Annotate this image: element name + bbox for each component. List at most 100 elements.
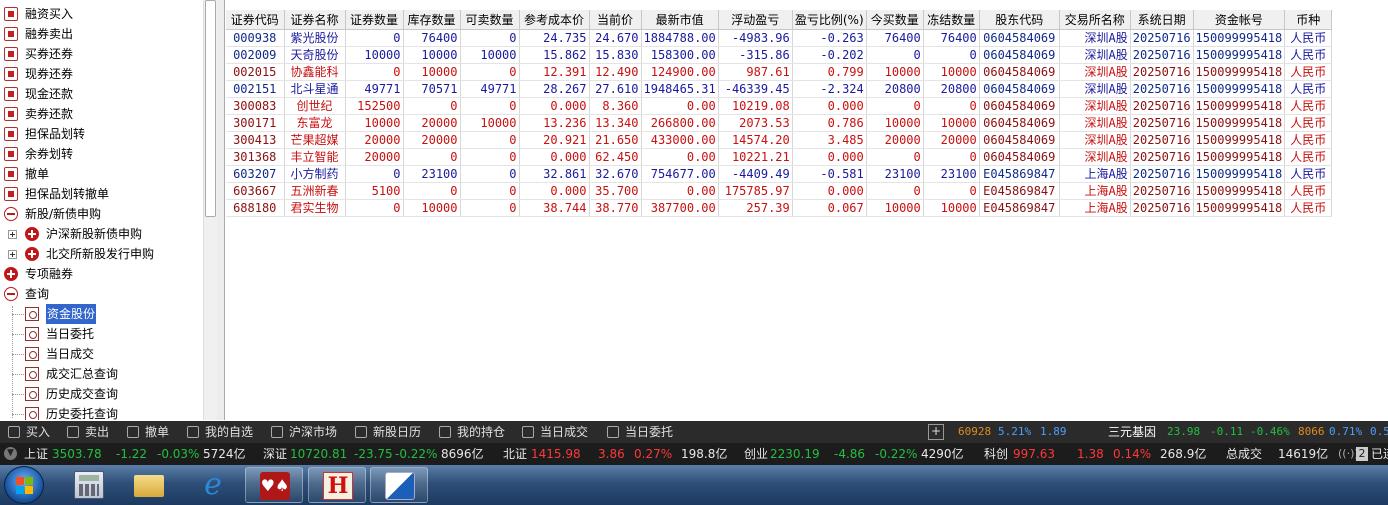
toolbar-button[interactable]: 当日成交 — [522, 421, 588, 443]
remote-app-icon[interactable] — [370, 467, 428, 503]
tree-scrollbar-thumb[interactable] — [205, 0, 216, 217]
doc-icon — [25, 307, 39, 321]
ticker-pct: -0.46% — [1250, 425, 1290, 438]
toolbar-button[interactable]: 卖出 — [67, 421, 109, 443]
table-cell: 0 — [460, 165, 520, 183]
internet-explorer-icon[interactable]: e — [184, 467, 242, 503]
solitaire-app-icon[interactable]: ♥♠ — [245, 467, 303, 503]
column-header[interactable]: 币种 — [1284, 10, 1333, 30]
table-cell: 0 — [923, 182, 980, 200]
toolbar-button[interactable]: 新股日历 — [355, 421, 421, 443]
doc-icon — [25, 387, 39, 401]
table-cell: 深圳A股 — [1059, 97, 1131, 115]
table-row[interactable]: 300171 东富龙 10000 20000 10000 13.236 13.340 2668… — [226, 114, 1333, 132]
cy-index-value: 2230.19 — [770, 447, 820, 461]
column-header[interactable]: 证券数量 — [345, 10, 404, 30]
table-cell: 深圳A股 — [1059, 63, 1131, 81]
toolbar-button[interactable]: 我的持仓 — [439, 421, 505, 443]
toolbar-button[interactable]: 我的自选 — [187, 421, 253, 443]
column-header[interactable]: 系统日期 — [1130, 10, 1194, 30]
table-cell: 20000 — [345, 131, 404, 149]
table-row[interactable]: 002015 协鑫能科 0 10000 0 12.391 12.490 124900.00 98… — [226, 63, 1333, 81]
table-cell: 0 — [866, 46, 924, 64]
kc-index-label[interactable]: 科创 — [984, 443, 1008, 465]
table-cell: 20250716 — [1130, 63, 1194, 81]
trading-app-taskbar-icon[interactable]: H — [308, 467, 366, 503]
table-row[interactable]: 002009 天奇股份 10000 10000 10000 15.862 15.830 158… — [226, 46, 1333, 64]
column-header[interactable]: 参考成本价 — [519, 10, 590, 30]
table-cell: 芒果超媒 — [284, 131, 346, 149]
chevron-down-icon[interactable]: ▼ — [4, 447, 17, 460]
tree-scrollbar[interactable] — [203, 0, 217, 420]
toolbar-button-icon — [522, 426, 534, 438]
table-row[interactable]: 603207 小方制药 0 23100 0 32.861 32.670 754677.00 -4… — [226, 165, 1333, 183]
column-header[interactable]: 冻结数量 — [923, 10, 980, 30]
toolbar-button[interactable]: 沪深市场 — [271, 421, 337, 443]
trading-app: 融资买入 融券卖出 买券还券 现券还券 现金还款 卖券还款 担保品划转 余券划转 撤单 担保品划转… — [0, 0, 1388, 505]
column-header[interactable]: 股东代码 — [979, 10, 1060, 30]
table-cell: 152500 — [345, 97, 404, 115]
add-panel-button[interactable]: + — [928, 424, 944, 440]
expand-icon[interactable] — [8, 250, 17, 259]
tree-connector — [12, 414, 24, 415]
table-cell: 20250716 — [1130, 182, 1194, 200]
table-row[interactable]: 300413 芒果超媒 20000 20000 0 20.921 21.650 433000.… — [226, 131, 1333, 149]
table-row[interactable]: 000938 紫光股份 0 76400 0 24.735 24.670 1884788.00-… — [226, 29, 1333, 47]
table-cell: 丰立智能 — [284, 148, 346, 166]
start-button[interactable] — [4, 466, 44, 504]
column-header[interactable]: 最新市值 — [641, 10, 719, 30]
table-row[interactable]: 301368 丰立智能 20000 0 0 0.000 62.450 0.00 10221.21… — [226, 148, 1333, 166]
tree-guide-line — [12, 306, 13, 418]
sz-index-label[interactable]: 深证 — [263, 443, 287, 465]
table-cell: E045869847 — [979, 165, 1060, 183]
table-cell: 76400 — [923, 29, 980, 47]
column-header[interactable]: 资金帐号 — [1193, 10, 1286, 30]
table-cell: 0 — [345, 165, 404, 183]
table-row[interactable]: 603667 五洲新春 5100 0 0 0.000 35.700 0.00 175785.97… — [226, 182, 1333, 200]
column-header[interactable]: 交易所名称 — [1059, 10, 1131, 30]
calculator-app-icon[interactable] — [60, 467, 118, 503]
column-header[interactable]: 库存数量 — [403, 10, 461, 30]
column-header[interactable]: 盈亏比例(%) — [792, 10, 867, 30]
table-cell: 0 — [460, 63, 520, 81]
toolbar-button[interactable]: 撤单 — [127, 421, 169, 443]
toolbar-button-icon — [187, 426, 199, 438]
table-row[interactable]: 002151 北斗星通 49771 70571 49771 28.267 27.610 194… — [226, 80, 1333, 98]
cy-index-pct: -0.22% — [875, 447, 918, 461]
column-header[interactable]: 可卖数量 — [460, 10, 520, 30]
table-cell: 人民币 — [1284, 97, 1333, 115]
table-row[interactable]: 688180 君实生物 0 10000 0 38.744 38.770 387700.00 25… — [226, 199, 1333, 217]
toolbar-button[interactable]: 买入 — [8, 421, 50, 443]
table-cell: 0 — [460, 131, 520, 149]
table-cell: 20000 — [866, 131, 924, 149]
expand-icon[interactable] — [8, 230, 17, 239]
table-cell: 35.700 — [589, 182, 642, 200]
sh-index-label[interactable]: 上证 — [24, 443, 48, 465]
box-icon — [4, 87, 18, 101]
windows-logo-icon — [16, 477, 34, 495]
column-header[interactable]: 证券名称 — [284, 10, 346, 30]
table-cell: 257.39 — [718, 199, 793, 217]
column-header[interactable]: 浮动盈亏 — [718, 10, 793, 30]
column-header[interactable]: 当前价 — [589, 10, 642, 30]
column-header[interactable]: 证券代码 — [226, 10, 285, 30]
table-row[interactable]: 300083 创世纪 152500 0 0 0.000 8.360 0.00 10219.08 0… — [226, 97, 1333, 115]
table-cell: 0.00 — [641, 182, 719, 200]
pane-splitter[interactable] — [217, 0, 225, 420]
table-cell: 0604584069 — [979, 80, 1060, 98]
file-explorer-icon[interactable] — [120, 467, 178, 503]
table-cell: -0.581 — [792, 165, 867, 183]
table-cell: 0604584069 — [979, 114, 1060, 132]
table-cell: 10000 — [866, 63, 924, 81]
cy-index-label[interactable]: 创业 — [744, 443, 768, 465]
table-cell: 15.862 — [519, 46, 590, 64]
table-cell: 0.00 — [641, 97, 719, 115]
toolbar-button[interactable]: 当日委托 — [607, 421, 673, 443]
table-cell: 10000 — [923, 63, 980, 81]
table-cell: 0 — [345, 29, 404, 47]
table-cell: 12.490 — [589, 63, 642, 81]
bz-index-label[interactable]: 北证 — [503, 443, 527, 465]
ticker-stock-name[interactable]: 三元基因 — [1108, 421, 1156, 443]
column-header[interactable]: 今买数量 — [866, 10, 924, 30]
table-cell: 002009 — [226, 46, 285, 64]
